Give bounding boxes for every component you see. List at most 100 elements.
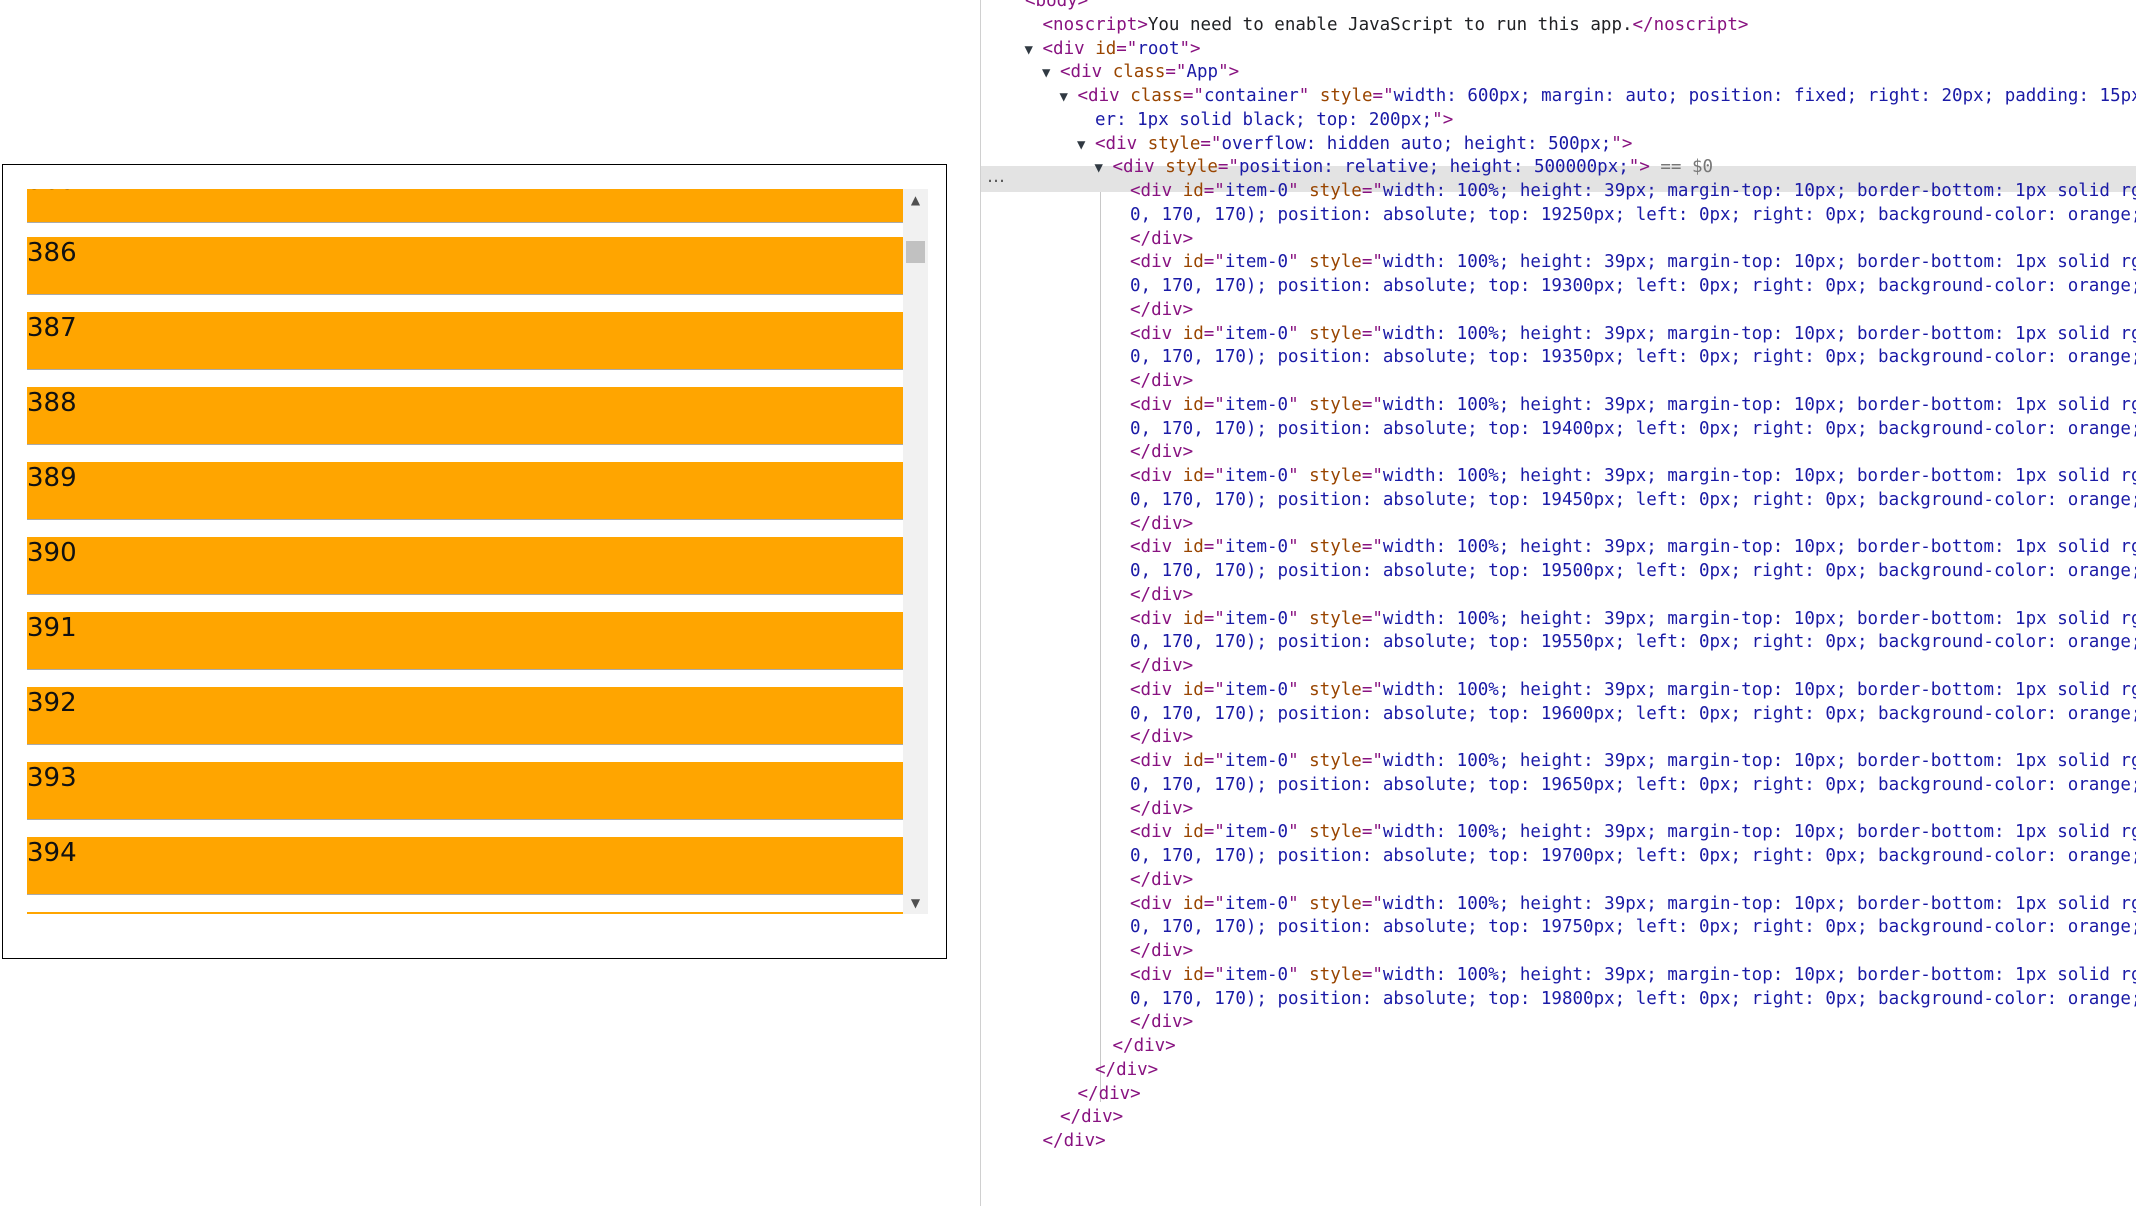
expand-triangle-icon[interactable]: ▼ [1095,155,1113,181]
expand-triangle-icon[interactable]: ▼ [1025,37,1043,63]
dom-tree-line[interactable]: ▼ <div style="overflow: hidden auto; heig… [1077,131,1632,157]
code-token: =" [1203,964,1225,985]
dom-tree-line[interactable]: </div> [1112,867,1193,893]
dom-tree-line[interactable]: </div> [1112,724,1193,750]
code-token: root [1137,38,1180,59]
code-token: =" [1203,394,1225,415]
dom-tree-line[interactable]: ▼ <div class="container" style="width: 60… [1060,83,2136,109]
code-token: width: 100%; height: 39px; margin-top: 1… [1382,537,2136,558]
dom-tree-line[interactable]: </div> [1112,938,1193,964]
code-token: id [1182,181,1204,201]
dom-tree-line[interactable]: 0, 170, 170); position: absolute; top: 1… [1112,843,2136,869]
dom-tree-line[interactable]: <div id="item-0" style="width: 100%; hei… [1112,606,2136,632]
dom-tree-line[interactable]: ▼ <div style="position: relative; height:… [1095,154,1714,180]
code-token: =" [1361,181,1383,201]
code-token: " [1288,679,1310,700]
code-token: 0, 170, 170); position: absolute; top: 1… [1130,204,2136,225]
code-token: item-0 [1224,252,1289,273]
dom-tree-line[interactable]: </div> [1112,796,1193,822]
dom-tree-line[interactable]: 0, 170, 170); position: absolute; top: 1… [1112,416,2136,442]
code-token: =" [1203,323,1225,344]
code-token: </div> [1060,1107,1124,1128]
dom-tree-line[interactable]: <div id="item-0" style="width: 100%; hei… [1112,534,2136,560]
dom-tree-line[interactable]: </div> [1112,226,1193,252]
list-item: 388 [27,387,903,445]
code-token: style [1309,751,1362,771]
dom-tree-line[interactable]: </div> [1060,1081,1141,1107]
dom-tree-line[interactable]: 0, 170, 170); position: absolute; top: 1… [1112,701,2136,727]
code-token: </div> [1130,371,1194,391]
dom-tree-line[interactable]: </div> [1042,1104,1123,1130]
code-token: 0, 170, 170); position: absolute; top: 1… [1130,489,2136,510]
dom-tree-line[interactable]: 0, 170, 170); position: absolute; top: 1… [1112,273,2136,299]
dom-tree-line[interactable]: </div> [1112,582,1193,608]
dom-tree-line[interactable]: </div> [1112,297,1193,323]
virtual-list-content: 385 386 387 388 389 390 391 392 393 394 395 [27,189,903,914]
scrollbar-thumb[interactable] [906,241,925,263]
dom-tree-line[interactable]: </div> [1025,1128,1106,1154]
dom-tree-line[interactable]: <div id="item-0" style="width: 100%; hei… [1112,392,2136,418]
code-token: id [1182,466,1204,486]
code-token: </div> [1130,798,1194,819]
code-token: <div [1130,893,1183,914]
code-token: <div [1095,133,1148,154]
code-token: <div [1130,751,1183,771]
code-token: width: 100%; height: 39px; margin-top: 1… [1382,466,2136,486]
dom-tree-line[interactable]: <noscript>You need to enable JavaScript … [1025,12,1749,38]
code-token: width: 100%; height: 39px; margin-top: 1… [1382,394,2136,415]
code-token: <div [1130,679,1183,700]
virtual-list-viewport[interactable]: 385 386 387 388 389 390 391 392 393 394 395 ▲ ▼ [27,189,928,914]
dom-tree-line[interactable]: 0, 170, 170); position: absolute; top: 1… [1112,344,2136,370]
code-token: item-0 [1224,751,1289,771]
list-item: 393 [27,762,903,820]
dom-tree-line[interactable]: <div id="item-0" style="width: 100%; hei… [1112,463,2136,489]
dom-tree-line[interactable]: </div> [1095,1033,1176,1059]
code-token: <div [1130,537,1183,558]
code-token: " [1288,181,1310,201]
dom-tree-line[interactable]: </div> [1112,439,1193,465]
dom-tree-line[interactable]: er: 1px solid black; top: 200px;"> [1077,107,1453,133]
dom-tree-line[interactable]: </div> [1112,1009,1193,1035]
dom-tree-line[interactable]: </div> [1112,511,1193,537]
dom-tree-line[interactable]: <div id="item-0" style="width: 100%; hei… [1112,891,2136,917]
dom-tree-line[interactable]: </div> [1112,368,1193,394]
dom-tree-line[interactable]: ▼ <div id="root"> [1025,36,1201,62]
code-token: </div> [1130,442,1194,463]
code-token: </div> [1130,1012,1194,1033]
code-token: " [1288,822,1310,843]
vertical-scrollbar[interactable]: ▲ ▼ [903,189,928,914]
code-token: width: 100%; height: 39px; margin-top: 1… [1382,323,2136,344]
dom-tree-line[interactable]: </div> [1112,653,1193,679]
dom-tree-line[interactable]: <div id="item-0" style="width: 100%; hei… [1112,962,2136,988]
expand-triangle-icon[interactable]: ▼ [1060,84,1078,110]
dom-tree-line[interactable]: <div id="item-0" style="width: 100%; hei… [1112,321,2136,347]
dom-tree-line[interactable]: <div id="item-0" style="width: 100%; hei… [1112,748,2136,774]
code-token: 0, 170, 170); position: absolute; top: 1… [1130,846,2136,866]
code-token: er: 1px solid black; top: 200px; [1095,109,1433,130]
triangle-up-icon[interactable]: ▲ [903,189,928,211]
dom-tree-line[interactable]: <div id="item-0" style="width: 100%; hei… [1112,677,2136,703]
dom-tree-line[interactable]: 0, 170, 170); position: absolute; top: 1… [1112,558,2136,584]
dom-tree-line[interactable]: <div id="item-0" style="width: 100%; hei… [1112,178,2136,204]
list-item: 392 [27,687,903,745]
code-token: id [1182,751,1204,771]
code-token: id [1182,679,1204,700]
code-token: style [1309,893,1362,914]
dom-tree-line[interactable]: 0, 170, 170); position: absolute; top: 1… [1112,202,2136,228]
triangle-down-icon[interactable]: ▼ [903,892,928,914]
code-token: <div [1042,38,1096,59]
dom-tree-line[interactable]: 0, 170, 170); position: absolute; top: 1… [1112,629,2136,655]
dom-tree-line[interactable]: 0, 170, 170); position: absolute; top: 1… [1112,487,2136,513]
ellipsis-icon[interactable]: … [987,166,1005,192]
dom-tree-line[interactable]: ▼ <div class="App"> [1042,59,1239,85]
dom-tree-line[interactable]: <div id="item-0" style="width: 100%; hei… [1112,819,2136,845]
devtools-elements-panel[interactable]: … <body> <noscript>You need to enable Jav… [980,0,2136,1206]
dom-tree-line[interactable]: </div> [1077,1057,1158,1083]
dom-tree-line[interactable]: 0, 170, 170); position: absolute; top: 1… [1112,914,2136,940]
code-token: style [1309,608,1362,629]
dom-tree-line[interactable]: 0, 170, 170); position: absolute; top: 1… [1112,772,2136,798]
expand-triangle-icon[interactable]: ▼ [1077,132,1095,158]
dom-tree-line[interactable]: 0, 170, 170); position: absolute; top: 1… [1112,986,2136,1012]
expand-triangle-icon[interactable]: ▼ [1042,60,1060,86]
dom-tree-line[interactable]: <div id="item-0" style="width: 100%; hei… [1112,249,2136,275]
